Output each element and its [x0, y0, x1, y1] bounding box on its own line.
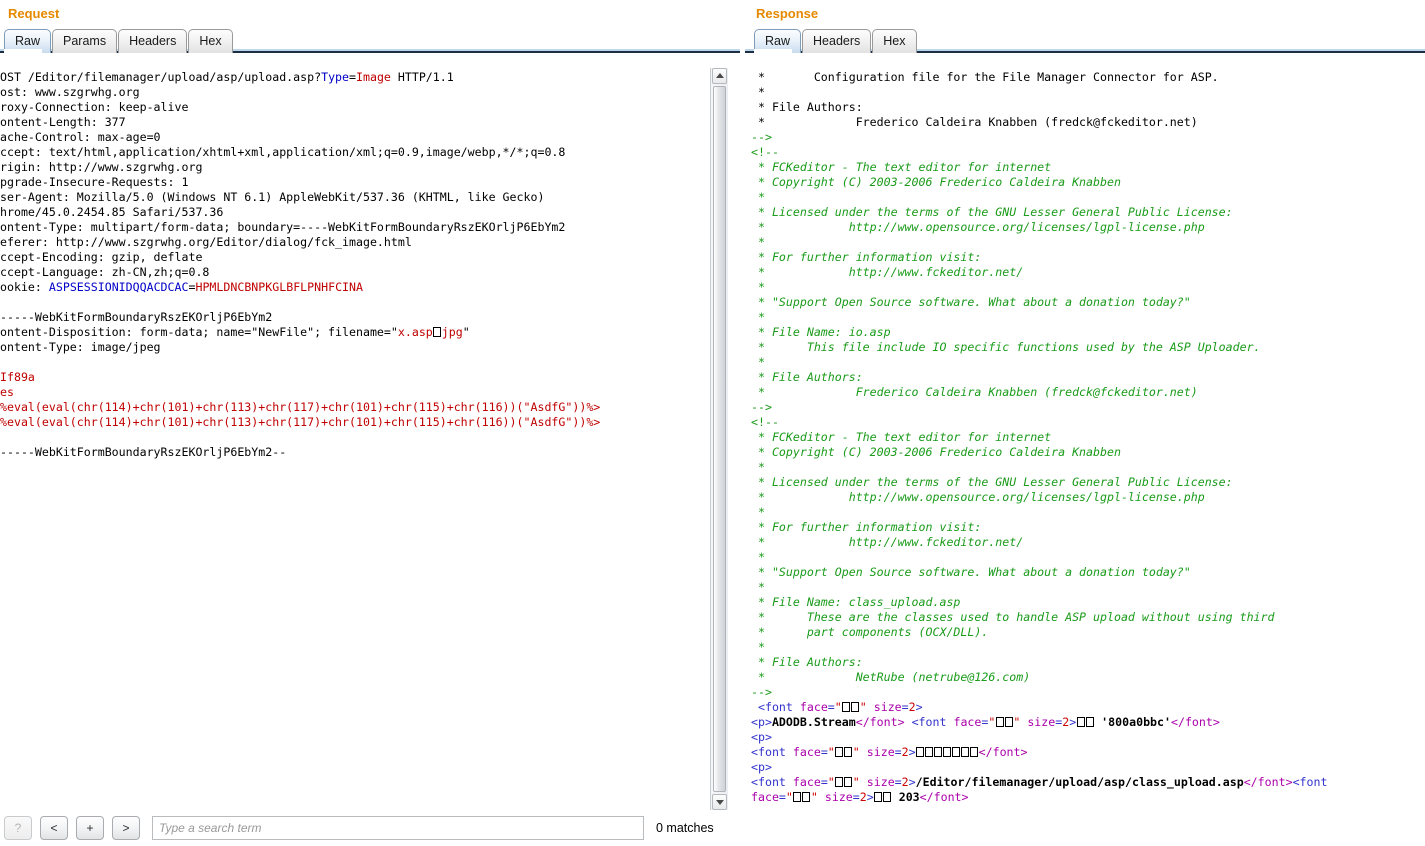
scroll-down-button[interactable]	[712, 794, 727, 810]
request-tab-params[interactable]: Params	[52, 29, 118, 53]
response-body-viewer[interactable]: * Configuration file for the File Manage…	[745, 68, 1425, 810]
request-active-tab-notch	[4, 49, 42, 53]
request-vertical-scrollbar[interactable]	[710, 68, 728, 810]
scroll-thumb[interactable]	[713, 86, 726, 792]
request-panel: Request Raw Params Headers Hex OST /Edit…	[0, 0, 740, 846]
response-tab-hex[interactable]: Hex	[872, 29, 917, 53]
response-tab-raw-label: Raw	[765, 34, 791, 48]
response-tab-headers-label: Headers	[813, 34, 861, 48]
request-raw-text: OST /Editor/filemanager/upload/asp/uploa…	[0, 70, 601, 459]
response-tab-headers[interactable]: Headers	[802, 29, 872, 53]
request-body-viewer[interactable]: OST /Editor/filemanager/upload/asp/uploa…	[0, 68, 710, 810]
scroll-up-button[interactable]	[712, 68, 727, 84]
response-raw-text: * Configuration file for the File Manage…	[751, 70, 1328, 804]
response-panel-title: Response	[756, 6, 819, 21]
response-tabbar: Raw Headers Hex	[745, 26, 1425, 53]
request-tab-raw-label: Raw	[15, 34, 41, 48]
request-tabbar: Raw Params Headers Hex	[0, 26, 740, 53]
request-search-bar: ? < + > 0 matches	[0, 810, 740, 846]
request-search-input[interactable]	[152, 816, 644, 840]
response-tab-hex-label: Hex	[883, 34, 906, 48]
request-tab-params-label: Params	[63, 34, 107, 48]
request-tab-headers[interactable]: Headers	[118, 29, 188, 53]
request-search-prev-button[interactable]: <	[40, 816, 68, 840]
request-panel-title: Request	[8, 6, 60, 21]
response-active-tab-notch	[754, 49, 792, 53]
request-search-help-button[interactable]: ?	[4, 816, 32, 840]
request-tab-hex-label: Hex	[199, 34, 222, 48]
triangle-up-icon	[715, 73, 724, 78]
response-panel: Response Raw Headers Hex * Configuration…	[745, 0, 1425, 846]
request-tab-hex[interactable]: Hex	[188, 29, 233, 53]
burp-message-viewer: Request Raw Params Headers Hex OST /Edit…	[0, 0, 1425, 846]
request-tab-headers-label: Headers	[129, 34, 177, 48]
triangle-down-icon	[715, 800, 724, 805]
request-search-add-button[interactable]: +	[76, 816, 104, 840]
request-match-count: 0 matches	[656, 821, 714, 835]
request-search-next-button[interactable]: >	[112, 816, 140, 840]
